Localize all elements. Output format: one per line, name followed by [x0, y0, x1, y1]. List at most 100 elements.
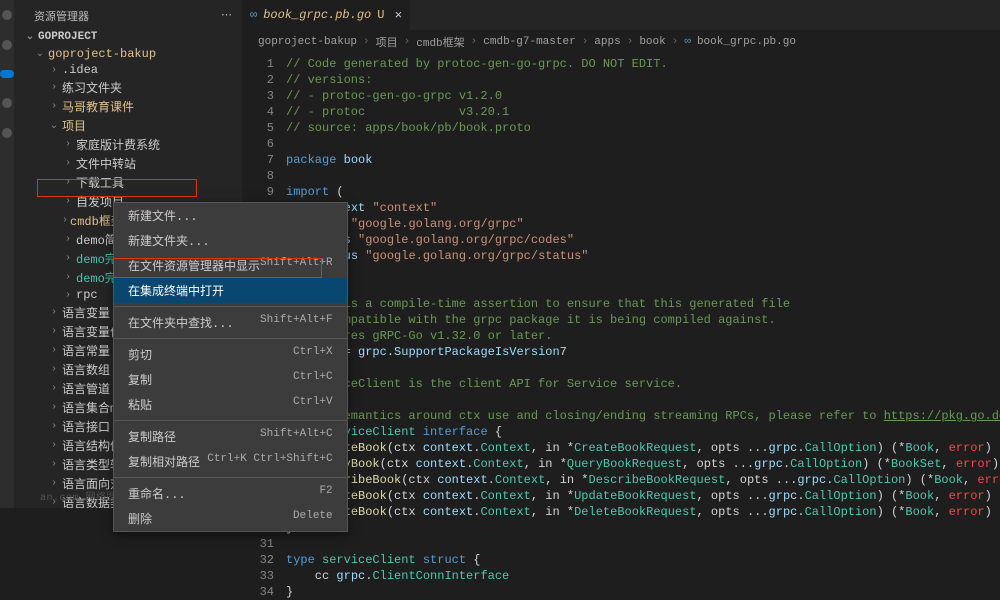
tree-item-label: 语言变量 [62, 304, 110, 321]
tree-item[interactable]: ⌄goproject-bakup [14, 46, 242, 62]
menu-item[interactable]: 复制相对路径Ctrl+K Ctrl+Shift+C [114, 449, 347, 474]
more-icon[interactable]: ⋯ [221, 8, 232, 24]
chevron-icon: › [62, 290, 74, 301]
chevron-icon: › [48, 326, 60, 337]
menu-item[interactable]: 在集成终端中打开 [114, 278, 347, 303]
tree-item-label: .idea [62, 63, 98, 77]
tree-item-label: 项目 [62, 117, 86, 134]
chevron-icon: › [62, 139, 74, 150]
chevron-icon: ⌄ [48, 120, 60, 132]
tree-item[interactable]: ›家庭版计费系统 [14, 135, 242, 154]
chevron-icon: › [48, 307, 60, 318]
tree-item[interactable]: ⌄项目 [14, 116, 242, 135]
chevron-icon: › [62, 234, 74, 245]
chevron-icon: › [62, 177, 74, 188]
project-name: GOPROJECT [38, 31, 97, 43]
menu-item-label: 剪切 [128, 346, 152, 363]
chevron-right-icon: › [404, 36, 411, 48]
chevron-icon: › [48, 364, 60, 375]
breadcrumb-segment[interactable]: 项目 [376, 34, 398, 50]
menu-item-label: 在文件资源管理器中显示 [128, 257, 260, 274]
chevron-icon: › [48, 101, 60, 112]
activity-icon[interactable] [0, 70, 14, 78]
menu-item[interactable]: 在文件夹中查找... Shift+Alt+F [114, 310, 347, 335]
menu-item-shortcut: Ctrl+C [293, 371, 333, 388]
tree-item-label: 家庭版计费系统 [76, 136, 160, 153]
tree-item-label: 练习文件夹 [62, 79, 122, 96]
menu-item[interactable]: 重命名... F2 [114, 481, 347, 506]
breadcrumb-segment[interactable]: book_grpc.pb.go [697, 36, 796, 48]
tab-bar: ∞ book_grpc.pb.go U × [242, 0, 1000, 30]
menu-item-shortcut: Shift+Alt+C [260, 428, 333, 445]
context-menu: 新建文件... 新建文件夹... 在文件资源管理器中显示Shift+Alt+R 在集成… [113, 202, 348, 532]
breadcrumb[interactable]: goproject-bakup › 项目 › cmdb框架 › cmdb-g7-master… [242, 30, 1000, 54]
menu-item-shortcut: F2 [319, 485, 332, 502]
chevron-icon: › [62, 253, 74, 264]
chevron-icon: › [48, 459, 60, 470]
chevron-right-icon: › [363, 36, 370, 48]
menu-item-label: 删除 [128, 510, 152, 527]
chevron-icon: › [48, 345, 60, 356]
chevron-right-icon: › [471, 36, 478, 48]
menu-item-shortcut: Delete [293, 510, 333, 527]
chevron-icon: › [48, 402, 60, 413]
menu-item[interactable]: 新建文件... [114, 203, 347, 228]
breadcrumb-segment[interactable]: goproject-bakup [258, 36, 357, 48]
tab-book-grpc[interactable]: ∞ book_grpc.pb.go U × [242, 0, 410, 30]
close-icon[interactable]: × [394, 8, 402, 23]
chevron-icon: ⌄ [34, 48, 46, 60]
menu-item[interactable]: 剪切Ctrl+X [114, 342, 347, 367]
go-file-icon: ∞ [684, 36, 691, 48]
chevron-right-icon: › [672, 36, 679, 48]
menu-item-label: 在集成终端中打开 [128, 282, 224, 299]
activity-icon[interactable] [2, 128, 12, 138]
breadcrumb-segment[interactable]: cmdb框架 [416, 34, 464, 50]
tree-item[interactable]: ›.idea [14, 62, 242, 78]
tree-item-label: 语言接口 [62, 418, 110, 435]
tree-item-label: 下载工具 [76, 174, 124, 191]
menu-item[interactable]: 复制Ctrl+C [114, 367, 347, 392]
chevron-icon: › [48, 421, 60, 432]
code-editor[interactable]: 1234567891011121314151617181920212223242… [242, 54, 1000, 600]
menu-item-label: 粘贴 [128, 396, 152, 413]
menu-item-label: 新建文件... [128, 207, 198, 224]
tab-filename: book_grpc.pb.go [263, 8, 371, 22]
tree-item[interactable]: ›马哥教育课件 [14, 97, 242, 116]
tree-item-label: 语言常量 [62, 342, 110, 359]
tree-item-label: 语言数组 [62, 361, 110, 378]
sidebar-project-header[interactable]: ⌄ GOPROJECT [14, 28, 242, 46]
tree-item-label: 马哥教育课件 [62, 98, 134, 115]
tree-item[interactable]: ›文件中转站 [14, 154, 242, 173]
menu-item-shortcut: Shift+Alt+F [260, 314, 333, 331]
chevron-right-icon: › [582, 36, 589, 48]
menu-item-shortcut: Shift+Alt+R [260, 257, 333, 274]
chevron-icon: › [48, 65, 60, 76]
sidebar-title-text: 资源管理器 [34, 8, 89, 24]
menu-item-label: 重命名... [128, 485, 186, 502]
tab-status: U [377, 8, 384, 22]
menu-item[interactable]: 复制路径Shift+Alt+C [114, 424, 347, 449]
sidebar-title: 资源管理器 ⋯ [14, 0, 242, 28]
menu-item-label: 在文件夹中查找... [128, 314, 234, 331]
menu-item[interactable]: 粘贴Ctrl+V [114, 392, 347, 417]
activity-icon[interactable] [2, 98, 12, 108]
menu-item[interactable]: 新建文件夹... [114, 228, 347, 253]
activity-icon[interactable] [2, 10, 12, 20]
tree-item[interactable]: ›练习文件夹 [14, 78, 242, 97]
breadcrumb-segment[interactable]: book [639, 36, 665, 48]
code-lines[interactable]: // Code generated by protoc-gen-go-grpc.… [286, 54, 1000, 600]
chevron-icon: › [62, 196, 74, 207]
editor-area: ∞ book_grpc.pb.go U × goproject-bakup › 项目… [242, 0, 1000, 508]
menu-item[interactable]: 在文件资源管理器中显示Shift+Alt+R [114, 253, 347, 278]
breadcrumb-segment[interactable]: apps [594, 36, 620, 48]
menu-item-label: 新建文件夹... [128, 232, 210, 249]
breadcrumb-segment[interactable]: cmdb-g7-master [483, 36, 575, 48]
tree-item[interactable]: ›下载工具 [14, 173, 242, 192]
chevron-icon: › [48, 383, 60, 394]
chevron-icon: › [62, 215, 68, 226]
go-file-icon: ∞ [250, 8, 257, 22]
menu-item[interactable]: 删除 Delete [114, 506, 347, 531]
tree-item-label: 文件中转站 [76, 155, 136, 172]
activity-icon[interactable] [2, 40, 12, 50]
chevron-down-icon: ⌄ [24, 31, 36, 43]
